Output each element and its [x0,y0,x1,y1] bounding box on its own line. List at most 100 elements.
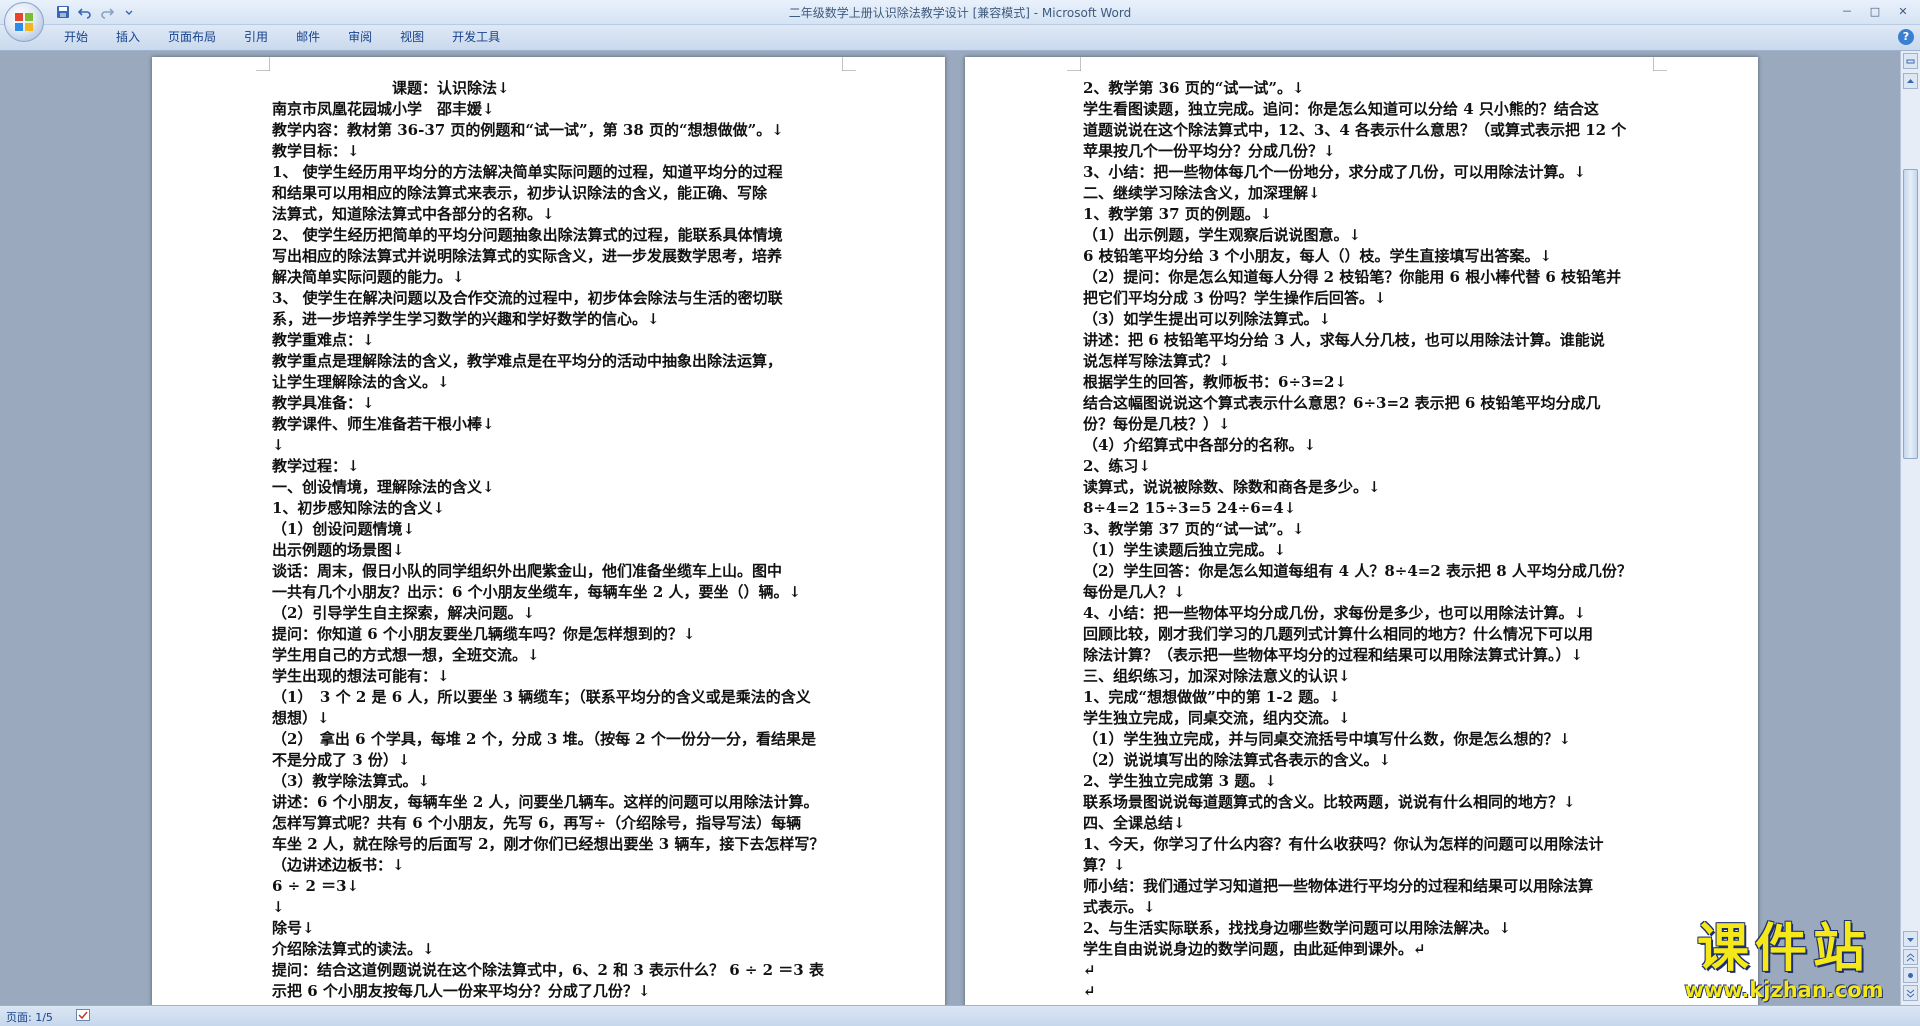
tab-developer[interactable]: 开发工具 [438,25,514,50]
text-line: （1）创设问题情境↓ [272,520,416,538]
text-line: 份？每份是几枝？）↓ [1083,415,1231,433]
text-line: 教学重难点：↓ [272,331,375,349]
text-line: 3、 使学生在解决问题以及合作交流的过程中，初步体会除法与生活的密切联 [272,289,783,307]
text-line: 把它们平均分成 3 份吗？学生操作后回答。↓ [1083,289,1387,307]
text-line: 教学重点是理解除法的含义，教学难点是在平均分的活动中抽象出除法运算， [272,352,783,370]
ribbon-tabs: 开始 插入 页面布局 引用 邮件 审阅 视图 开发工具 [50,25,514,50]
text-line: （1） 3 个 2 是 6 人，所以要坐 3 辆缆车；（联系平均分的含义或是乘法… [272,688,811,706]
crop-mark-icon [1067,57,1081,71]
minimize-button[interactable]: － [1834,2,1860,20]
proofing-icon[interactable] [76,1009,90,1021]
text-line: 出示例题的场景图↓ [272,541,405,559]
tab-view[interactable]: 视图 [386,25,438,50]
text-line: 2、与生活实际联系，找找身边哪些数学问题可以用除法解决。↓ [1083,919,1512,937]
text-line: 1、今天，你学习了什么内容？有什么收获吗？你认为怎样的问题可以用除法计 [1083,835,1604,853]
text-line: 3、小结：把一些物体每几个一份地分，求分成了几份，可以用除法计算。↓ [1083,163,1587,181]
text-line: 1、教学第 37 页的例题。↓ [1083,205,1273,223]
text-line: 教学过程：↓ [272,457,360,475]
vertical-scrollbar[interactable] [1900,51,1920,1005]
text-line: （2）学生回答：你是怎么知道每组有 4 人？8÷4=2 表示把 8 人平均分成几… [1083,562,1632,580]
text-line: 南京市凤凰花园城小学 邵丰媛↓ [272,100,495,118]
text-line: 法算式，知道除法算式中各部分的名称。↓ [272,205,555,223]
text-line: 三、组织练习，加深对除法意义的认识↓ [1083,667,1351,685]
text-line: 学生自由说说身边的数学问题，由此延伸到课外。↵ [1083,940,1426,958]
scrollbar-thumb[interactable] [1903,169,1918,459]
text-line: （1）学生独立完成，并与同桌交流括号中填写什么数，你是怎么想的？↓ [1083,730,1572,748]
text-line: 教学目标：↓ [272,142,360,160]
text-line: （2）引导学生自主探索，解决问题。↓ [272,604,536,622]
text-line: 一、创设情境，理解除法的含义↓ [272,478,495,496]
tab-insert[interactable]: 插入 [102,25,154,50]
text-line: 2、 使学生经历把简单的平均分问题抽象出除法算式的过程，能联系具体情境 [272,226,783,244]
text-line: 教学具准备：↓ [272,394,375,412]
arrow-up-icon [1907,78,1914,83]
text-line: 每份是几人？↓ [1083,583,1186,601]
watermark-title: 课件站 [1696,919,1871,979]
text-line: （3）如学生提出可以列除法算式。↓ [1083,310,1332,328]
text-line: 根据学生的回答，教师板书：6÷3=2↓ [1083,373,1348,391]
office-button[interactable] [4,2,44,42]
tab-references[interactable]: 引用 [230,25,282,50]
tab-review[interactable]: 审阅 [334,25,386,50]
text-line: （边讲述边板书：↓ [272,856,405,874]
text-line: （2） 拿出 6 个学具，每堆 2 个，分成 3 堆。（按每 2 个一份分一分，… [272,730,816,748]
text-line: 1、 使学生经历用平均分的方法解决简单实际问题的过程，知道平均分的过程 [272,163,783,181]
maximize-button[interactable]: □ [1862,2,1888,20]
watermark-url: www.kjzhan.com [1684,978,1884,1002]
tab-mailings[interactable]: 邮件 [282,25,334,50]
document-page-2[interactable]: 2、教学第 36 页的“试一试”。↓ 学生看图读题，独立完成。追问：你是怎么知道可… [965,57,1758,1005]
document-workspace: 课题：认识除法↓ 南京市凤凰花园城小学 邵丰媛↓ 教学内容：教材第 36-37 页的… [0,51,1900,1005]
tab-page-layout[interactable]: 页面布局 [154,25,230,50]
window-title: 二年级数学上册认识除法教学设计 [兼容模式] - Microsoft Word [788,6,1132,20]
text-line: 讲述：6 个小朋友，每辆车坐 2 人，问要坐几辆车。这样的问题可以用除法计算。 [272,793,819,811]
text-line: 除号↓ [272,919,315,937]
text-line: 二、继续学习除法含义，加深理解↓ [1083,184,1321,202]
text-line: 不是分成了 3 份）↓ [272,751,411,769]
scroll-up-button[interactable] [1903,73,1918,89]
text-line: 示把 6 个小朋友按每几人一份来平均分？分成了几份？↓ [272,982,651,1000]
page-2-text: 2、教学第 36 页的“试一试”。↓ 学生看图读题，独立完成。追问：你是怎么知道可… [1083,78,1643,1002]
window-controls: － □ ✕ [1834,2,1916,20]
text-line: ↓ [272,436,285,454]
text-line: 谈话：周末，假日小队的同学组织外出爬紫金山，他们准备坐缆车上山。图中 [272,562,783,580]
text-line: 车坐 2 人，就在除号的后面写 2，刚才你们已经想出要坐 3 辆车，接下去怎样写… [272,835,825,853]
text-line: 讲述：把 6 枝铅笔平均分给 3 人，求每人分几枝，也可以用除法计算。谁能说 [1083,331,1605,349]
text-line: 师小结：我们通过学习知道把一些物体进行平均分的过程和结果可以用除法算 [1083,877,1594,895]
page-1-text: 课题：认识除法↓ 南京市凤凰花园城小学 邵丰媛↓ 教学内容：教材第 36-37 页的… [272,78,832,1002]
text-line: 2、教学第 36 页的“试一试”。↓ [1083,79,1305,97]
page-count-status[interactable]: 页面: 1/5 [6,1009,53,1025]
text-line: 提问：你知道 6 个小朋友要坐几辆缆车吗？你是怎样想到的？↓ [272,625,696,643]
text-line: 2、学生独立完成第 3 题。↓ [1083,772,1277,790]
text-line: （1）出示例题，学生观察后说说图意。↓ [1083,226,1362,244]
text-line: 介绍除法算式的读法。↓ [272,940,435,958]
text-line: 结合这幅图说说这个算式表示什么意思？6÷3=2 表示把 6 枝铅笔平均分成几 [1083,394,1601,412]
ruler-toggle-button[interactable] [1903,53,1918,69]
ruler-icon [1906,59,1915,63]
text-line: 8÷4=2 15÷3=5 24÷6=4↓ [1083,499,1297,517]
text-line: 学生用自己的方式想一想，全班交流。↓ [272,646,540,664]
text-line: （2）说说填写出的除法算式各表示的含义。↓ [1083,751,1392,769]
text-line: 6 枝铅笔平均分给 3 个小朋友，每人（）枝。学生直接填写出答案。↓ [1083,247,1553,265]
text-line: 3、教学第 37 页的“试一试”。↓ [1083,520,1305,538]
text-line: 读算式，说说被除数、除数和商各是多少。↓ [1083,478,1381,496]
text-line: 除法计算？（表示把一些物体平均分的过程和结果可以用除法算式计算。）↓ [1083,646,1584,664]
text-line: 教学内容：教材第 36-37 页的例题和“试一试”，第 38 页的“想想做做”。… [272,121,784,139]
text-line: （3）教学除法算式。↓ [272,772,431,790]
document-page-1[interactable]: 课题：认识除法↓ 南京市凤凰花园城小学 邵丰媛↓ 教学内容：教材第 36-37 页的… [152,57,945,1005]
close-button[interactable]: ✕ [1890,2,1916,20]
text-line: 提问：结合这道例题说说在这个除法算式中，6、2 和 3 表示什么？ 6 ÷ 2 … [272,961,824,979]
text-line: （4）介绍算式中各部分的名称。↓ [1083,436,1317,454]
text-line: 学生看图读题，独立完成。追问：你是怎么知道可以分给 4 只小熊的？结合这 [1083,100,1599,118]
text-line: 解决简单实际问题的能力。↓ [272,268,465,286]
help-button[interactable]: ? [1898,29,1914,45]
text-line: 四、全课总结↓ [1083,814,1186,832]
text-line: ↵ [1083,961,1096,979]
text-line: ↵ [1083,982,1096,1000]
text-line: 学生出现的想法可能有：↓ [272,667,450,685]
crop-mark-icon [256,57,270,71]
text-line: 算？↓ [1083,856,1126,874]
text-line: 苹果按几个一份平均分？分成几份？↓ [1083,142,1336,160]
text-line: 教学课件、师生准备若干根小棒↓ [272,415,495,433]
tab-home[interactable]: 开始 [50,25,102,50]
office-logo-icon [15,13,33,31]
